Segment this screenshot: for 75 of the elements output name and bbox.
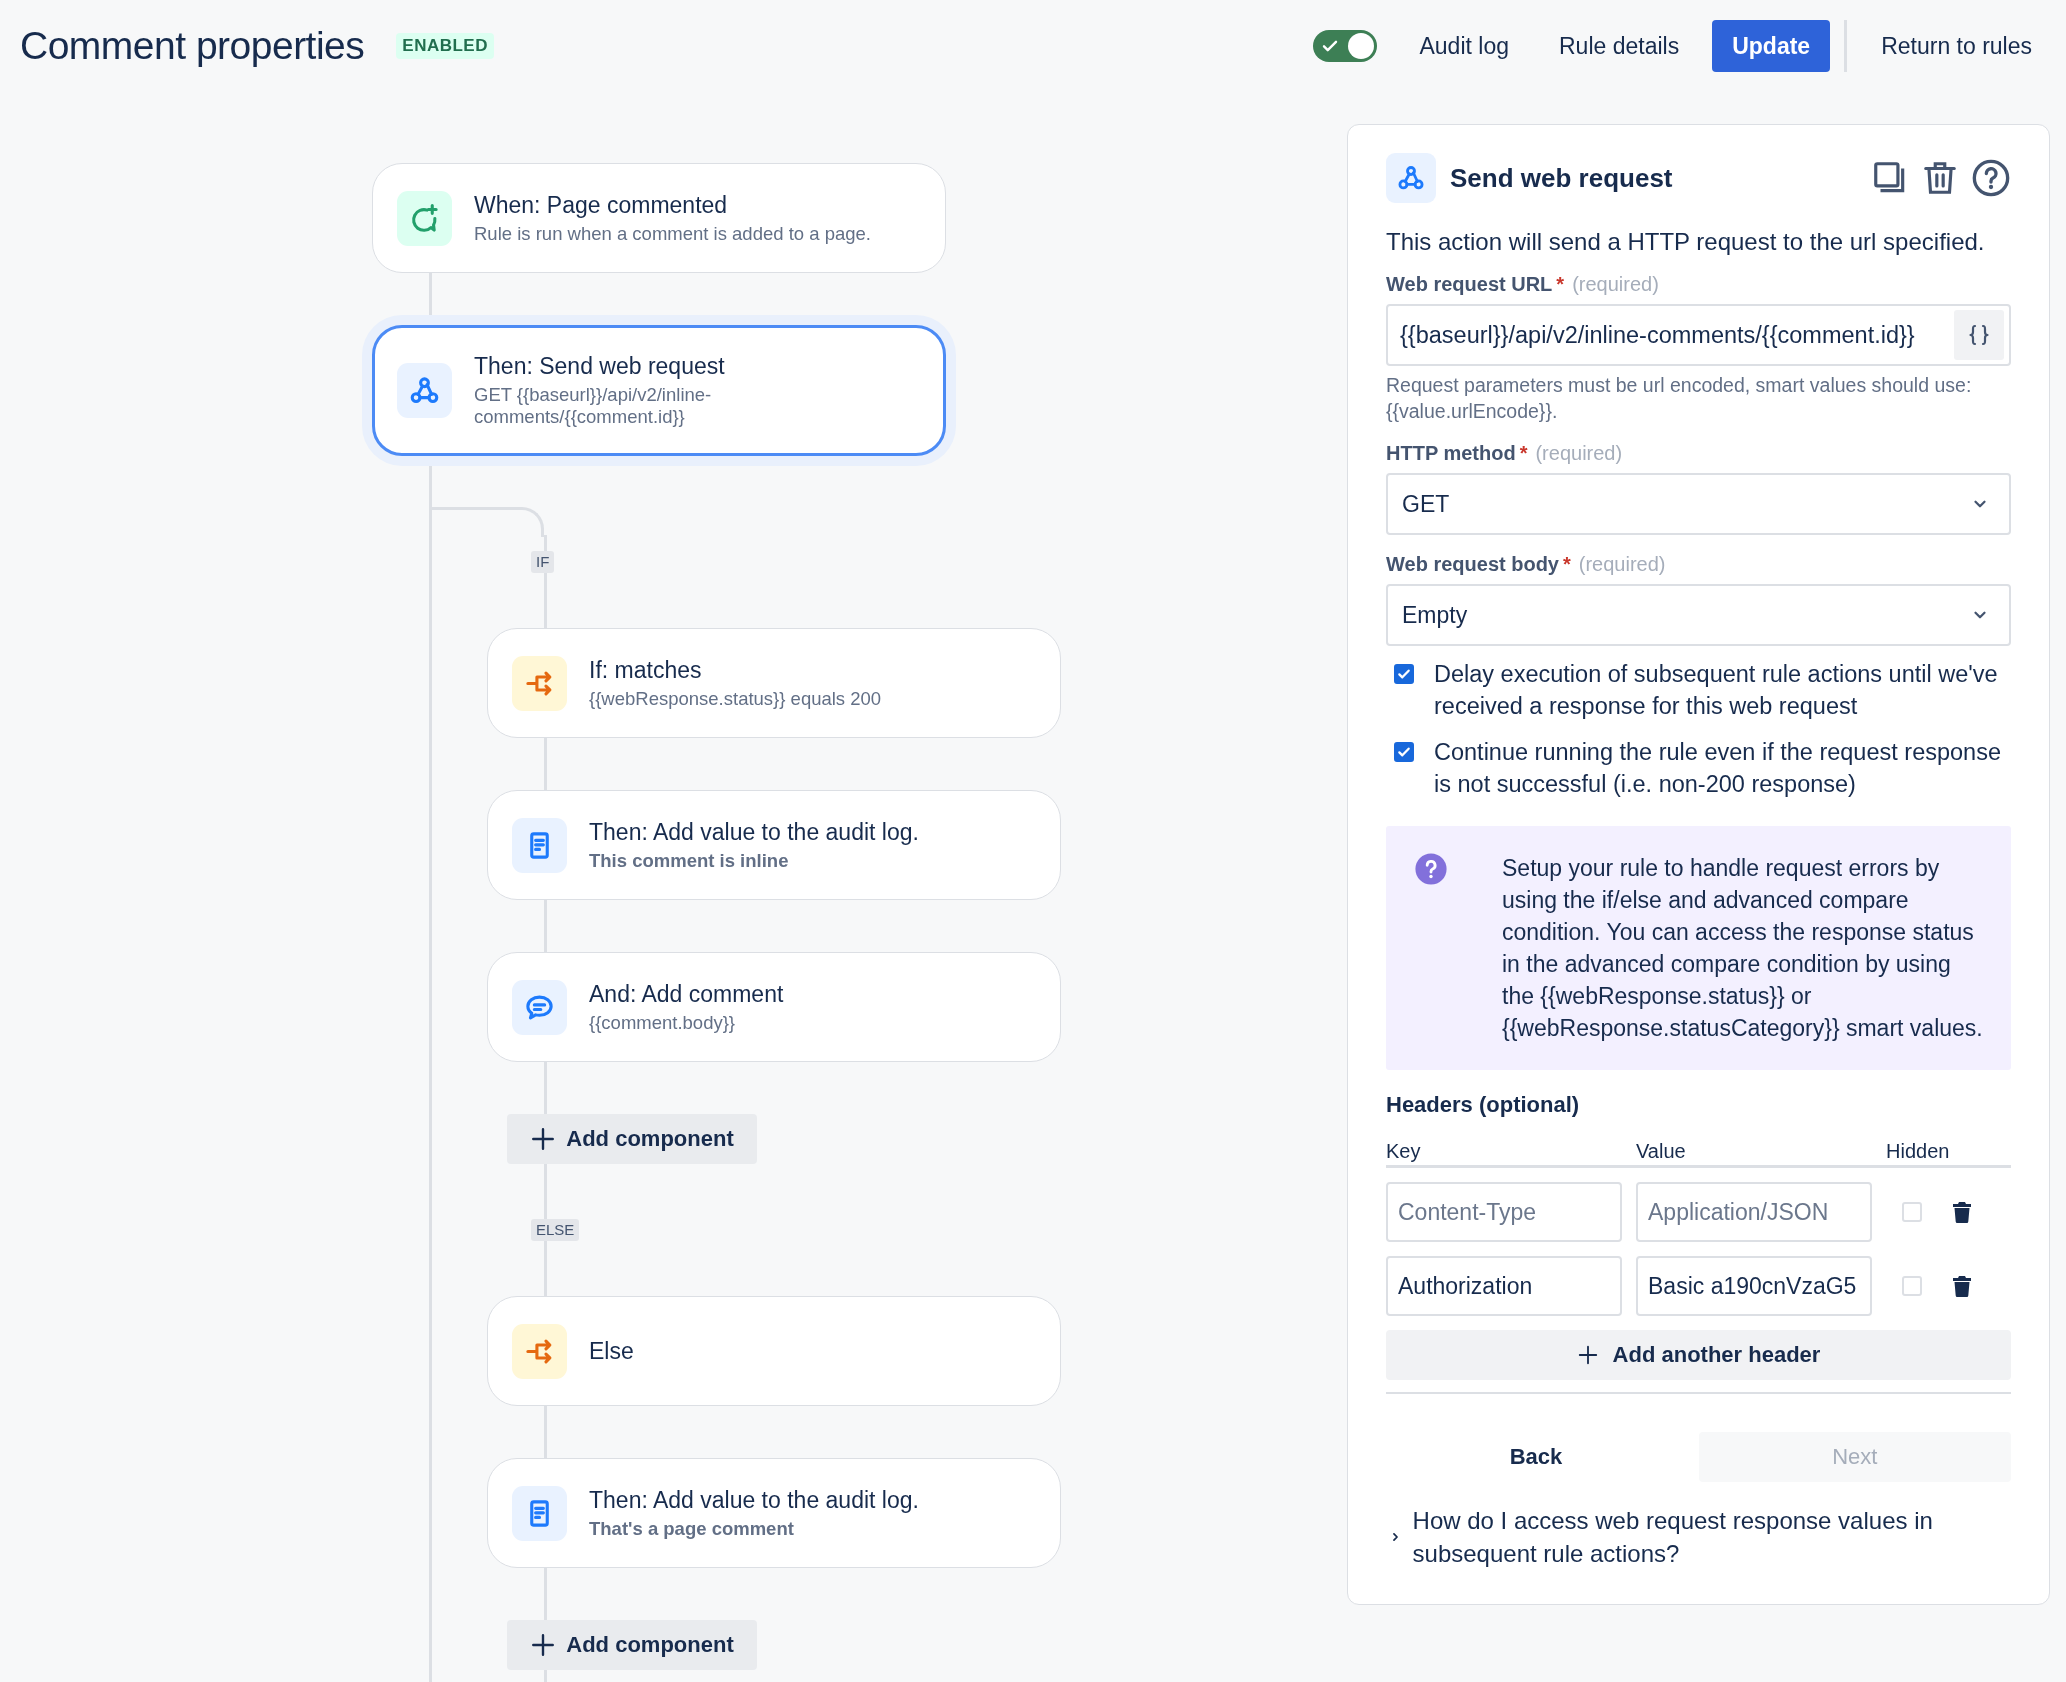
help-icon[interactable] [1971,158,2011,198]
required-hint: (required) [1572,273,1659,295]
field-label: Web request URL [1386,273,1553,295]
checkbox-label: Continue running the rule even if the request response is not successful (i.e. non-200 response) [1434,738,2002,799]
webhook-icon [409,375,440,406]
nav-link[interactable]: Audit log [1419,32,1509,60]
required-mark: * [1519,442,1528,464]
rule-step-card[interactable]: If: matches {{webResponse.status}} equals 200 [487,628,1061,738]
column-header: Value [1636,1139,1687,1163]
chevron-right-icon[interactable] [1390,1530,1401,1544]
branch-label: ELSE [531,1219,580,1241]
branch-label: IF [531,551,555,573]
section-heading: Headers (optional) [1386,1092,1581,1118]
select-field[interactable]: GET [1386,473,2011,535]
trash-icon[interactable] [1921,159,1959,197]
required-hint: (required) [1578,553,1666,575]
panel-title: Send web request [1450,162,1673,194]
back-button[interactable]: Back [1386,1432,1686,1482]
update-button[interactable]: Update [1712,20,1831,72]
step-title: Then: Send web request [474,353,726,380]
braces-icon [1967,323,1991,347]
step-title: If: matches [589,656,703,684]
header-input-field[interactable]: Content-Type [1386,1182,1622,1242]
helper-text: Request parameters must be url encoded, smart values should use: {{value.urlEncode}}. [1386,373,1973,424]
step-title: Then: Add value to the audit log. [589,818,919,846]
add-header-button[interactable]: Add another header [1386,1330,2011,1380]
rule-step-card[interactable]: Then: Add value to the audit log. This comment is inline [487,790,1061,900]
page-title: Comment properties [20,24,365,68]
checkbox[interactable] [1394,664,1414,684]
rule-step-card[interactable]: When: Page commented Rule is run when a comment is added to a page. [372,163,946,273]
rule-step-card[interactable]: Else [487,1296,1061,1406]
column-header: Hidden [1886,1139,1951,1163]
nav-link[interactable]: Rule details [1559,32,1680,60]
field-label: HTTP method [1386,442,1516,464]
nav-link[interactable]: Return to rules [1881,32,2032,60]
field-label: Web request body [1386,553,1559,575]
description-text: This action will send a HTTP request to the url specified. [1386,227,1986,257]
trash-icon[interactable] [1952,1201,1972,1223]
column-header: Key [1386,1139,1422,1163]
webhook-icon [1397,164,1425,192]
expandable-question[interactable]: How do I access web request response values in subsequent rule actions? [1412,1504,2011,1570]
add-component-button[interactable]: Add component [507,1620,757,1670]
step-title: When: Page commented [474,191,729,219]
question-icon [1414,852,1448,886]
smart-values-button[interactable] [1954,310,2004,360]
header-input-field[interactable]: Basic a190cnVzaG5 [1636,1256,1872,1316]
plus-icon [1576,1344,1599,1366]
step-title: Then: Add value to the audit log. [589,1486,919,1514]
url-input-field[interactable]: {{baseurl}}/api/v2/inline-comments/{{comment.id}} [1386,304,2011,366]
rule-step-card[interactable]: Then: Add value to the audit log. That's a page comment [487,1458,1061,1568]
select-field[interactable]: Empty [1386,584,2011,646]
header-input-field[interactable]: Authorization [1386,1256,1622,1316]
status-lozenge: ENABLED [396,33,494,59]
plus-icon [530,1126,557,1152]
required-hint: (required) [1535,442,1623,464]
trash-icon[interactable] [1952,1275,1972,1297]
comment-plus-icon [409,202,440,234]
step-title: Else [589,1337,634,1365]
header-input-field[interactable]: Application/JSON [1636,1182,1872,1242]
rule-step-card[interactable]: And: Add comment {{comment.body}} [487,952,1061,1062]
add-component-button[interactable]: Add component [507,1114,757,1164]
checkbox-label: Delay execution of subsequent rule actions until we've received a response for this web request [1434,660,1999,721]
required-mark: * [1563,553,1571,575]
step-subtitle: Rule is run when a comment is added to a page. [474,222,871,245]
step-title: And: Add comment [589,980,784,1008]
step-subtitle: {{comment.body}} [589,1011,737,1034]
required-mark: * [1556,273,1565,295]
step-subtitle: This comment is inline [589,849,790,872]
info-text: Setup your rule to handle request errors by using the if/else and advanced compare condition. You can access the response status in the advanced compare condition by using the {{webResponse.status}} or {{webResponse.statusCategory}} smart values. [1502,854,1984,1043]
toggle-switch[interactable] [1313,30,1378,62]
step-subtitle: GET {{baseurl}}/api/v2/inline-comments/{{comment.id}} [474,384,713,428]
step-subtitle: That's a page comment [589,1517,795,1540]
step-subtitle: {{webResponse.status}} equals 200 [589,687,882,710]
plus-icon [530,1632,557,1658]
checkbox[interactable] [1394,742,1414,762]
